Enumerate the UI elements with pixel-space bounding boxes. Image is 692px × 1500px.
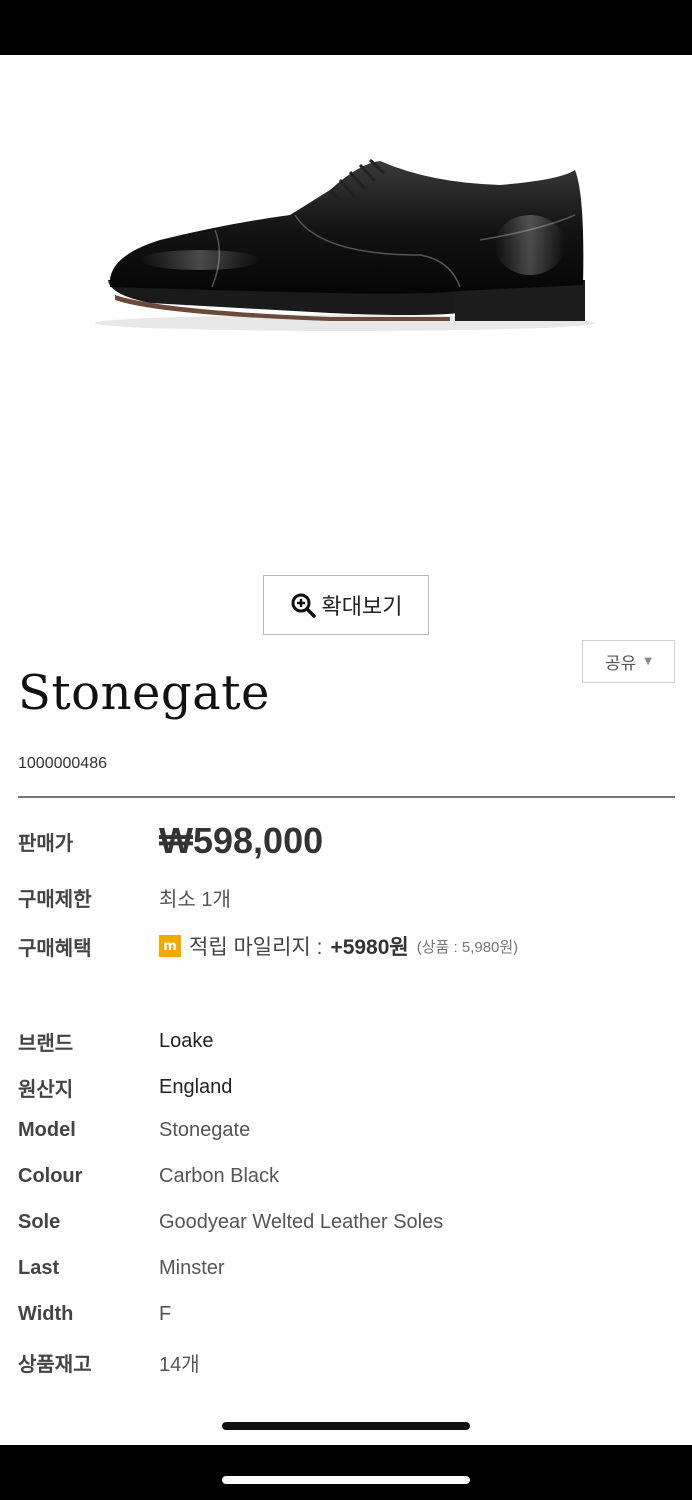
price-label: 판매가	[18, 832, 74, 855]
mileage-amount: +5980원	[330, 936, 409, 959]
share-button-label: 공유	[605, 654, 637, 674]
limit-label: 구매제한	[18, 889, 92, 911]
spec-row: 브랜드 Loake	[18, 1027, 675, 1056]
divider	[18, 796, 675, 798]
spec-row: Model Stonegate	[18, 1119, 675, 1142]
spec-value: Loake	[159, 1030, 214, 1052]
product-title: Stonegate	[18, 665, 270, 721]
product-image[interactable]	[0, 55, 692, 565]
benefit-row: 구매혜택 m 적립 마일리지 : +5980원 (상품 : 5,980원)	[18, 931, 675, 961]
benefit-label: 구매혜택	[18, 937, 92, 960]
spec-row: Sole Goodyear Welted Leather Soles	[18, 1211, 675, 1234]
product-detail-page: 확대보기 공유 ▼ Stonegate 1000000486 판매가 ₩598,…	[0, 55, 692, 1445]
spec-value: F	[159, 1303, 172, 1325]
spec-row: 상품재고 14개	[18, 1348, 675, 1377]
zoom-in-icon	[291, 593, 316, 618]
product-code: 1000000486	[18, 755, 107, 772]
mileage-note: (상품 : 5,980원)	[416, 938, 519, 956]
spec-label: Last	[18, 1257, 60, 1279]
mileage-badge-icon: m	[159, 935, 181, 957]
limit-row: 구매제한 최소 1개	[18, 883, 675, 912]
spec-label: 상품재고	[18, 1354, 92, 1376]
spec-label: Sole	[18, 1211, 61, 1233]
spec-label: Width	[18, 1303, 74, 1325]
zoom-button-label: 확대보기	[321, 595, 403, 620]
spec-row: Last Minster	[18, 1257, 675, 1280]
share-button[interactable]: 공유 ▼	[582, 640, 675, 683]
spec-label: Model	[18, 1119, 76, 1141]
spec-value: 14개	[159, 1354, 200, 1376]
spec-value: Stonegate	[159, 1119, 251, 1141]
spec-value: Carbon Black	[159, 1165, 280, 1187]
spec-label: 브랜드	[18, 1033, 74, 1055]
home-indicator-bar[interactable]	[222, 1476, 470, 1484]
spec-label: 원산지	[18, 1079, 74, 1101]
price-row: 판매가 ₩598,000	[18, 820, 675, 862]
spec-row: Colour Carbon Black	[18, 1165, 675, 1188]
spec-value: Goodyear Welted Leather Soles	[159, 1211, 444, 1233]
price-value: ₩598,000	[159, 820, 324, 861]
spec-row: Width F	[18, 1303, 675, 1326]
mileage-benefit: m 적립 마일리지 : +5980원 (상품 : 5,980원)	[159, 931, 518, 961]
limit-value: 최소 1개	[159, 889, 231, 911]
spec-label: Colour	[18, 1165, 83, 1187]
mileage-text: 적립 마일리지 :	[189, 936, 323, 959]
spec-value: Minster	[159, 1257, 225, 1279]
spec-row: 원산지 England	[18, 1073, 675, 1102]
home-indicator	[222, 1422, 470, 1430]
chevron-down-icon: ▼	[644, 656, 652, 667]
zoom-button[interactable]: 확대보기	[263, 575, 429, 635]
spec-value: England	[159, 1076, 233, 1098]
